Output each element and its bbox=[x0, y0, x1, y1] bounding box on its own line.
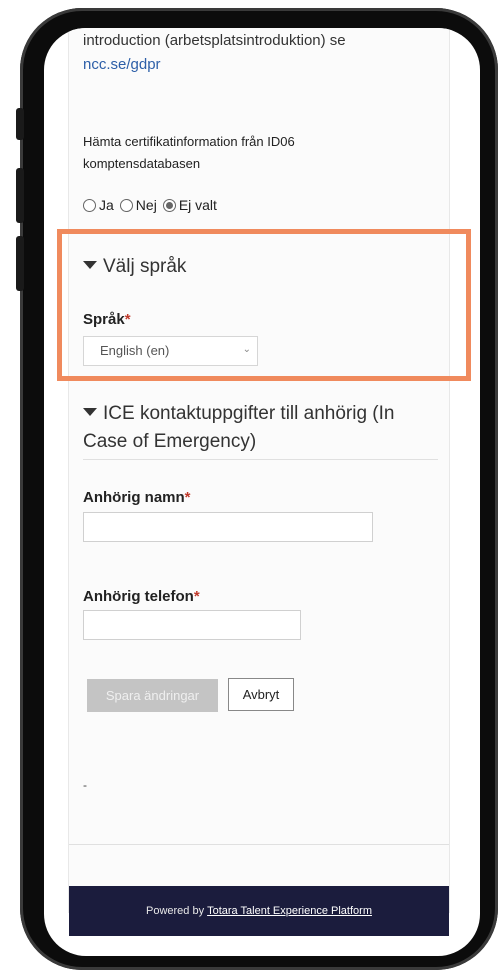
radio-label-nej: Nej bbox=[135, 197, 157, 213]
gdpr-link[interactable]: ncc.se/gdpr bbox=[83, 56, 161, 73]
footer-divider bbox=[69, 844, 449, 845]
ice-phone-label: Anhörig telefon* bbox=[83, 588, 200, 605]
cert-radio-group: Ja Nej Ej valt bbox=[83, 197, 223, 213]
cert-question: Hämta certifikatinformation från ID06 ko… bbox=[83, 134, 295, 171]
ice-name-input[interactable] bbox=[83, 512, 373, 542]
phone-screen: introduction (arbetsplatsintroduktion) s… bbox=[44, 28, 480, 956]
radio-nej[interactable] bbox=[119, 198, 133, 212]
cancel-button[interactable]: Avbryt bbox=[228, 678, 294, 711]
collapse-triangle-icon bbox=[83, 407, 97, 416]
ice-phone-input[interactable] bbox=[83, 610, 301, 640]
footer-link[interactable]: Totara Talent Experience Platform bbox=[207, 905, 372, 917]
ice-phone-label-text: Anhörig telefon bbox=[83, 588, 194, 605]
ice-name-label: Anhörig namn* bbox=[83, 489, 191, 506]
ice-name-label-text: Anhörig namn bbox=[83, 489, 185, 506]
ice-section-header[interactable]: ICE kontaktuppgifter till anhörig (In Ca… bbox=[83, 400, 438, 456]
footer: Powered by Totara Talent Experience Plat… bbox=[69, 886, 449, 936]
radio-ej-valt[interactable] bbox=[162, 198, 176, 212]
radio-label-ej-valt: Ej valt bbox=[178, 197, 217, 213]
radio-option-ja[interactable]: Ja bbox=[83, 197, 114, 213]
volume-down-button bbox=[16, 236, 24, 291]
required-marker: * bbox=[193, 588, 200, 605]
footer-prefix: Powered by bbox=[146, 905, 205, 917]
save-button[interactable]: Spara ändringar bbox=[87, 679, 218, 712]
radio-option-ej-valt[interactable]: Ej valt bbox=[162, 197, 217, 213]
volume-up-button bbox=[16, 168, 24, 223]
radio-label-ja: Ja bbox=[99, 197, 114, 213]
radio-ja[interactable] bbox=[83, 198, 96, 212]
page-content: introduction (arbetsplatsintroduktion) s… bbox=[68, 28, 450, 936]
ice-section-title: ICE kontaktuppgifter till anhörig (In Ca… bbox=[83, 403, 395, 452]
highlight-box bbox=[57, 229, 471, 381]
required-marker: * bbox=[184, 489, 191, 506]
dash-text: - bbox=[83, 778, 87, 792]
radio-option-nej[interactable]: Nej bbox=[119, 197, 157, 213]
mute-switch bbox=[16, 108, 24, 140]
intro-text: introduction (arbetsplatsintroduktion) s… bbox=[83, 32, 346, 49]
section-divider bbox=[83, 459, 438, 460]
